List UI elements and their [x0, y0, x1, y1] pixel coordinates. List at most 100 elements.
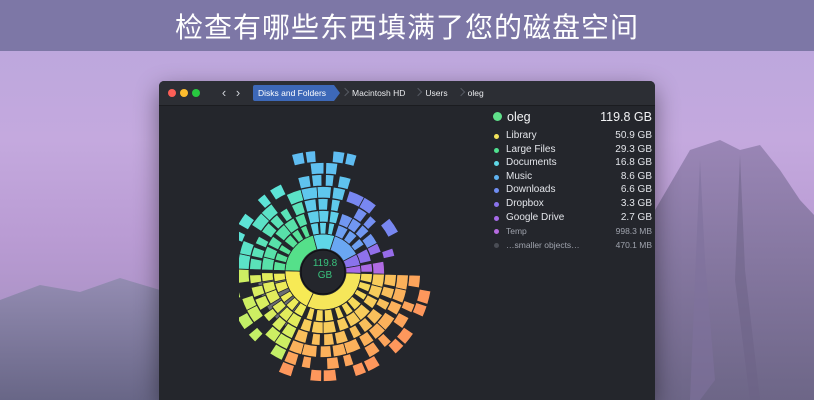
close-window-button[interactable]: [168, 89, 176, 97]
list-item[interactable]: Documents 16.8 GB: [492, 157, 652, 171]
folder-color-dot: [493, 112, 502, 121]
item-label: Google Drive: [506, 211, 565, 223]
ring-segment-music[interactable]: [330, 198, 341, 213]
ring-segment-music[interactable]: [304, 150, 317, 164]
ring-segment-documents[interactable]: [268, 183, 287, 201]
ring-segment-music[interactable]: [328, 210, 340, 225]
ring-segment-music[interactable]: [318, 210, 330, 223]
ring-segment-music[interactable]: [337, 175, 352, 191]
ring-segment-google-drive[interactable]: [359, 262, 373, 273]
ring-segment-music[interactable]: [316, 186, 332, 199]
ring-segment-library[interactable]: [331, 342, 348, 358]
breadcrumb-oleg[interactable]: oleg: [456, 85, 492, 101]
ring-segment-library[interactable]: [407, 274, 421, 289]
breadcrumb-disks-and-folders[interactable]: Disks and Folders: [253, 85, 341, 101]
ring-segment-documents[interactable]: [254, 235, 270, 249]
item-label: Documents: [506, 157, 557, 169]
item-color-dot: [494, 229, 499, 235]
ring-segment-music[interactable]: [317, 198, 329, 211]
list-item[interactable]: Music 8.6 GB: [492, 171, 652, 185]
list-item[interactable]: Temp 998.3 MB: [492, 225, 652, 239]
ring-segment-library[interactable]: [359, 272, 373, 284]
ring-segment-library[interactable]: [383, 273, 397, 288]
ring-segment-documents[interactable]: [249, 257, 263, 271]
ring-segment-library[interactable]: [309, 368, 323, 382]
ring-segment-music[interactable]: [325, 162, 339, 176]
ring-segment-music[interactable]: [303, 198, 318, 213]
ring-segment-music[interactable]: [319, 222, 327, 235]
app-window: ‹ › Disks and Folders Macintosh HD Users…: [159, 81, 655, 400]
ring-segment-google-drive[interactable]: [371, 260, 385, 275]
ring-segment-library[interactable]: [310, 320, 324, 334]
banner-title: 检查有哪些东西填满了您的磁盘空间: [174, 11, 639, 43]
ring-segment-library[interactable]: [362, 355, 381, 373]
ring-segment-library[interactable]: [357, 281, 372, 293]
ring-segment-library[interactable]: [319, 345, 333, 358]
ring-segment-music[interactable]: [331, 186, 347, 202]
item-label: Dropbox: [506, 197, 544, 209]
ring-segment-library[interactable]: [416, 288, 432, 305]
item-size: 3.3 GB: [620, 197, 652, 209]
item-color-dot: [494, 188, 499, 194]
ring-segment-large-files[interactable]: [239, 268, 251, 284]
center-size-value: 119.8: [312, 258, 338, 269]
ring-segment-documents[interactable]: [239, 230, 247, 243]
list-item[interactable]: Library 50.9 GB: [492, 130, 652, 144]
ring-segment-music[interactable]: [306, 210, 320, 225]
ring-segment-documents[interactable]: [250, 246, 266, 260]
list-item[interactable]: Google Drive 2.7 GB: [492, 212, 652, 226]
minimize-window-button[interactable]: [180, 89, 188, 97]
ring-segment-library[interactable]: [322, 368, 338, 382]
ring-segment-library[interactable]: [314, 309, 324, 322]
folder-header[interactable]: oleg 119.8 GB: [492, 108, 652, 128]
ring-segment-documents[interactable]: [239, 212, 255, 231]
item-size: 8.6 GB: [620, 170, 652, 182]
ring-segment-music[interactable]: [331, 150, 346, 165]
ring-segment-library[interactable]: [323, 308, 335, 322]
ring-segment-music[interactable]: [311, 174, 323, 188]
ring-segment-music[interactable]: [344, 152, 358, 167]
list-item[interactable]: Large Files 29.3 GB: [492, 144, 652, 158]
ring-segment-large-files[interactable]: [247, 326, 264, 343]
list-item[interactable]: Dropbox 3.3 GB: [492, 198, 652, 212]
folder-name: oleg: [507, 110, 531, 124]
item-label: Library: [506, 130, 537, 141]
ring-segment-music[interactable]: [291, 151, 306, 167]
ring-segment-music[interactable]: [309, 162, 325, 176]
ring-segment-library[interactable]: [310, 332, 321, 346]
breadcrumb-macintosh-hd[interactable]: Macintosh HD: [340, 85, 413, 101]
disk-sunburst-chart[interactable]: [239, 145, 459, 385]
ring-segment-documents[interactable]: [273, 260, 287, 272]
ring-segment-music[interactable]: [327, 222, 336, 236]
ring-segment-library[interactable]: [300, 355, 313, 370]
ring-segment-library[interactable]: [323, 332, 335, 346]
breadcrumb-users[interactable]: Users: [413, 85, 455, 101]
ring-segment-large-files[interactable]: [249, 274, 263, 285]
back-arrow-icon[interactable]: ‹: [218, 85, 230, 101]
center-total-size[interactable]: 119.8 GB: [307, 258, 343, 282]
ring-segment-dropbox[interactable]: [381, 247, 396, 260]
list-item[interactable]: Downloads 6.6 GB: [492, 184, 652, 198]
ring-segment-large-files[interactable]: [239, 288, 242, 301]
ring-segment-library[interactable]: [326, 356, 341, 370]
ring-segment-music[interactable]: [324, 174, 335, 188]
ring-segment-library[interactable]: [322, 320, 337, 334]
ring-segment-music[interactable]: [300, 186, 319, 202]
folder-size: 119.8 GB: [600, 110, 652, 124]
ring-segment-library[interactable]: [392, 311, 410, 330]
zoom-window-button[interactable]: [192, 89, 200, 97]
list-item[interactable]: …smaller objects… 470.1 MB: [492, 239, 652, 253]
item-color-dot: [494, 134, 499, 139]
ring-segment-music[interactable]: [309, 222, 320, 236]
breadcrumb: Disks and Folders Macintosh HD Users ole…: [253, 85, 492, 101]
ring-segment-music[interactable]: [297, 174, 312, 190]
item-label: Downloads: [506, 184, 556, 196]
center-size-unit: GB: [317, 270, 333, 281]
ring-segment-large-files[interactable]: [261, 272, 275, 283]
item-size: 470.1 MB: [615, 239, 652, 250]
item-size: 16.8 GB: [615, 157, 652, 169]
ring-segment-downloads[interactable]: [379, 217, 400, 238]
ring-segment-library[interactable]: [342, 353, 355, 368]
ring-segment-library[interactable]: [305, 307, 316, 321]
forward-arrow-icon[interactable]: ›: [232, 85, 244, 101]
